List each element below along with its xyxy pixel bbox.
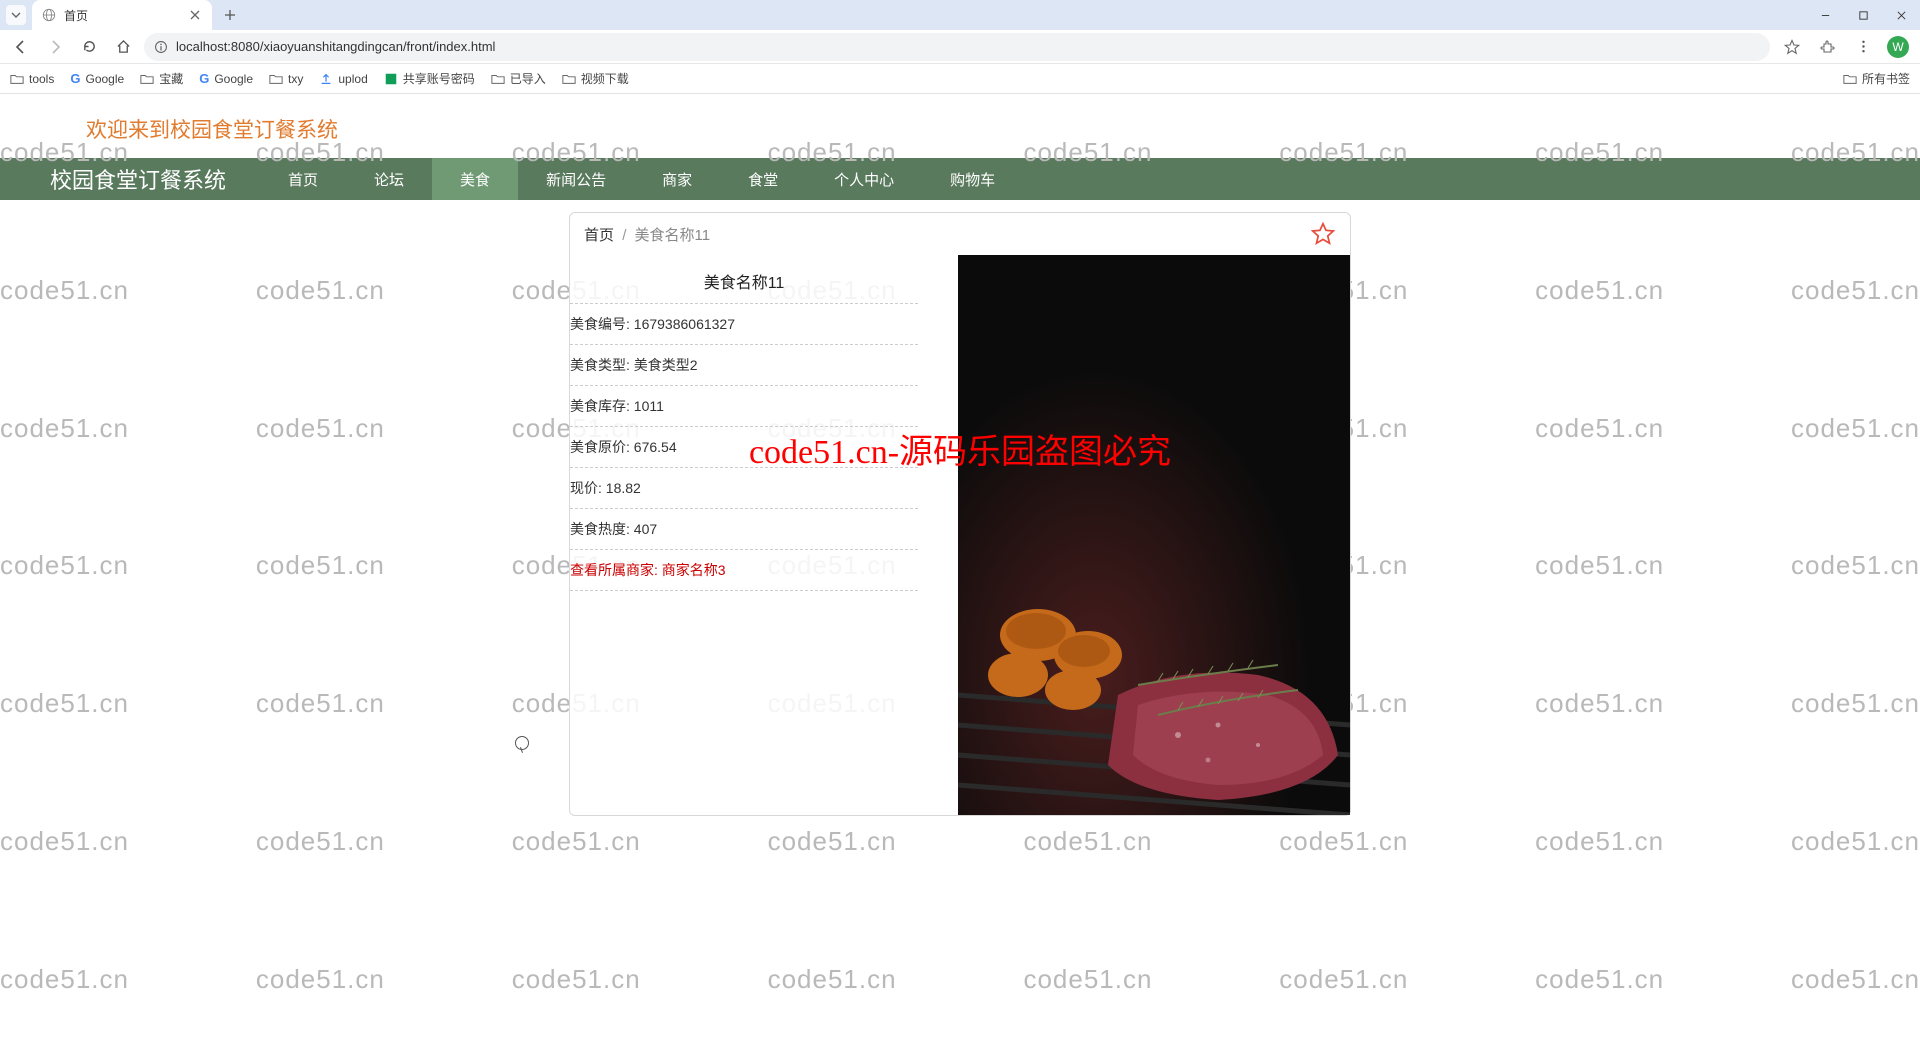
detail-row: 美食编号: 1679386061327 — [570, 304, 918, 345]
bookmark-item[interactable]: GGoogle — [199, 71, 253, 86]
nav-item-5[interactable]: 食堂 — [720, 158, 806, 200]
favorite-star-icon[interactable] — [1310, 221, 1336, 247]
home-button[interactable] — [110, 34, 136, 60]
nav-item-7[interactable]: 购物车 — [922, 158, 1023, 200]
address-bar[interactable] — [144, 33, 1770, 61]
detail-row: 美食原价: 676.54 — [570, 427, 918, 468]
folder-icon — [140, 72, 154, 86]
browser-tab[interactable]: 首页 — [32, 0, 212, 30]
extensions-button[interactable] — [1814, 33, 1842, 61]
site-info-icon[interactable] — [154, 40, 168, 54]
new-tab-button[interactable] — [218, 3, 242, 27]
profile-avatar[interactable]: W — [1884, 33, 1912, 61]
folder-icon — [491, 72, 505, 86]
welcome-text: 欢迎来到校园食堂订餐系统 — [0, 94, 1920, 158]
item-title: 美食名称11 — [570, 255, 918, 304]
detail-row: 美食类型: 美食类型2 — [570, 345, 918, 386]
detail-row: 美食热度: 407 — [570, 509, 918, 550]
window-close-button[interactable] — [1882, 0, 1920, 30]
url-input[interactable] — [176, 39, 1760, 54]
tab-title: 首页 — [64, 7, 180, 24]
breadcrumb-home[interactable]: 首页 — [584, 227, 614, 244]
upload-icon — [319, 72, 333, 86]
menu-button[interactable] — [1850, 34, 1876, 60]
bookmark-item[interactable]: 已导入 — [491, 70, 546, 87]
all-bookmarks[interactable]: 所有书签 — [1843, 70, 1910, 87]
folder-icon — [10, 72, 24, 86]
tab-close-icon[interactable] — [188, 8, 202, 22]
nav-item-1[interactable]: 论坛 — [346, 158, 432, 200]
detail-card: 首页 / 美食名称11 美食名称11 美食编号: 1679386061327美食… — [569, 212, 1351, 816]
folder-icon — [269, 72, 283, 86]
nav-item-3[interactable]: 新闻公告 — [518, 158, 634, 200]
merchant-link[interactable]: 查看所属商家: 商家名称3 — [570, 550, 918, 591]
detail-row: 美食库存: 1011 — [570, 386, 918, 427]
breadcrumb-current: 美食名称11 — [635, 227, 711, 244]
tab-dropdown[interactable] — [6, 5, 26, 25]
bookmark-item[interactable]: 共享账号密码 — [384, 70, 475, 87]
bookmarks-bar: tools GGoogle 宝藏 GGoogle txy uplod 共享账号密… — [0, 64, 1920, 94]
window-maximize-button[interactable] — [1844, 0, 1882, 30]
main-nav: 校园食堂订餐系统 首页论坛美食新闻公告商家食堂个人中心购物车 — [0, 158, 1920, 200]
bookmark-item[interactable]: 视频下载 — [562, 70, 629, 87]
bookmark-item[interactable]: GGoogle — [70, 71, 124, 86]
breadcrumb: 首页 / 美食名称11 — [584, 224, 710, 245]
item-image — [958, 255, 1350, 815]
folder-icon — [562, 72, 576, 86]
bookmark-item[interactable]: uplod — [319, 72, 367, 86]
back-button[interactable] — [8, 34, 34, 60]
bookmark-item[interactable]: tools — [10, 72, 54, 86]
nav-item-6[interactable]: 个人中心 — [806, 158, 922, 200]
bookmark-star-button[interactable] — [1778, 33, 1806, 61]
folder-icon — [1843, 72, 1857, 86]
cursor-icon — [515, 736, 529, 750]
doc-icon — [384, 72, 398, 86]
bookmark-item[interactable]: 宝藏 — [140, 70, 183, 87]
bookmark-item[interactable]: txy — [269, 72, 303, 86]
nav-item-2[interactable]: 美食 — [432, 158, 518, 200]
globe-icon — [42, 8, 56, 22]
nav-item-0[interactable]: 首页 — [260, 158, 346, 200]
window-minimize-button[interactable] — [1806, 0, 1844, 30]
detail-row: 现价: 18.82 — [570, 468, 918, 509]
nav-item-4[interactable]: 商家 — [634, 158, 720, 200]
google-icon: G — [199, 71, 209, 86]
reload-button[interactable] — [76, 34, 102, 60]
brand-title: 校园食堂订餐系统 — [0, 163, 260, 195]
forward-button[interactable] — [42, 34, 68, 60]
google-icon: G — [70, 71, 80, 86]
